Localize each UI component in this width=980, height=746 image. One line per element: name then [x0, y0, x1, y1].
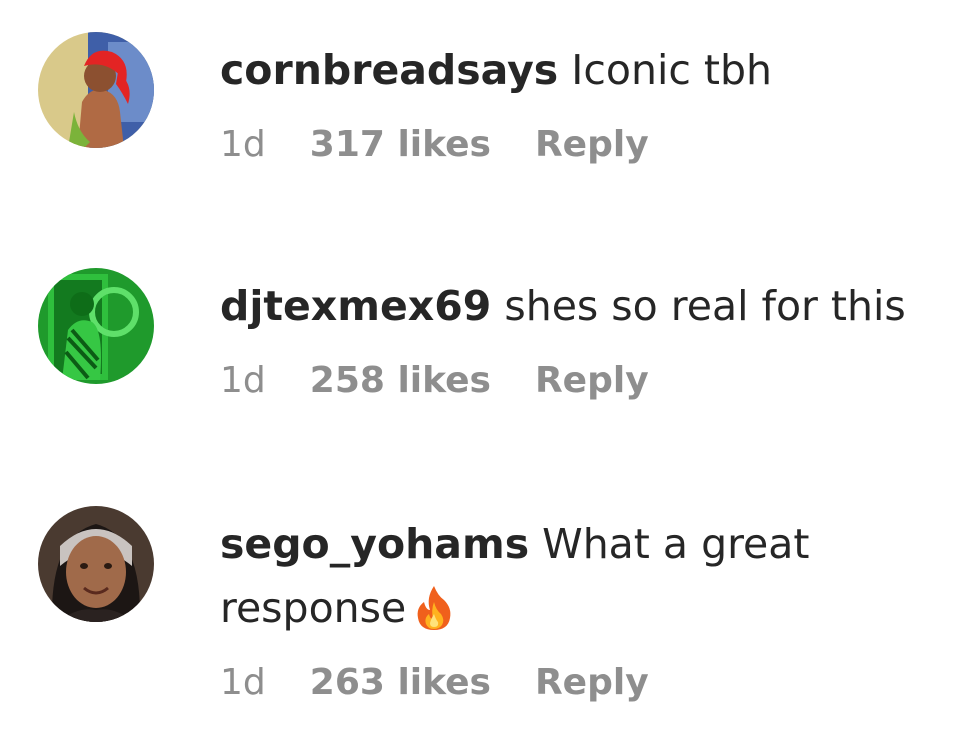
comment-message: Iconic tbh	[571, 46, 773, 94]
reply-button[interactable]: Reply	[535, 124, 649, 165]
user-avatar-icon	[38, 268, 154, 384]
avatar[interactable]	[38, 32, 154, 148]
comment-likes[interactable]: 317 likes	[310, 124, 491, 165]
comment-message: What a great	[542, 520, 810, 568]
comment-username[interactable]: sego_yohams	[220, 520, 529, 568]
comment-likes[interactable]: 258 likes	[310, 360, 491, 401]
comment-text: cornbreadsays Iconic tbh	[220, 38, 960, 102]
comment-message: shes so real for this	[504, 282, 906, 330]
fire-icon	[414, 584, 454, 632]
comment-timestamp[interactable]: 1d	[220, 360, 266, 401]
avatar[interactable]	[38, 268, 154, 384]
comment-timestamp[interactable]: 1d	[220, 124, 266, 165]
user-avatar-icon	[38, 506, 154, 622]
user-avatar-icon	[38, 32, 154, 148]
comment-message-line2: response	[220, 584, 407, 632]
reply-button[interactable]: Reply	[535, 662, 649, 703]
reply-button[interactable]: Reply	[535, 360, 649, 401]
comment-timestamp[interactable]: 1d	[220, 662, 266, 703]
comment-text: sego_yohams What a great response	[220, 512, 960, 640]
comment-meta: 1d 317 likes Reply	[220, 124, 960, 165]
comment-meta: 1d 258 likes Reply	[220, 360, 960, 401]
avatar[interactable]	[38, 506, 154, 622]
comment-username[interactable]: djtexmex69	[220, 282, 491, 330]
comment-meta: 1d 263 likes Reply	[220, 662, 960, 703]
comment-likes[interactable]: 263 likes	[310, 662, 491, 703]
comment-username[interactable]: cornbreadsays	[220, 46, 558, 94]
comment-text: djtexmex69 shes so real for this	[220, 274, 960, 338]
